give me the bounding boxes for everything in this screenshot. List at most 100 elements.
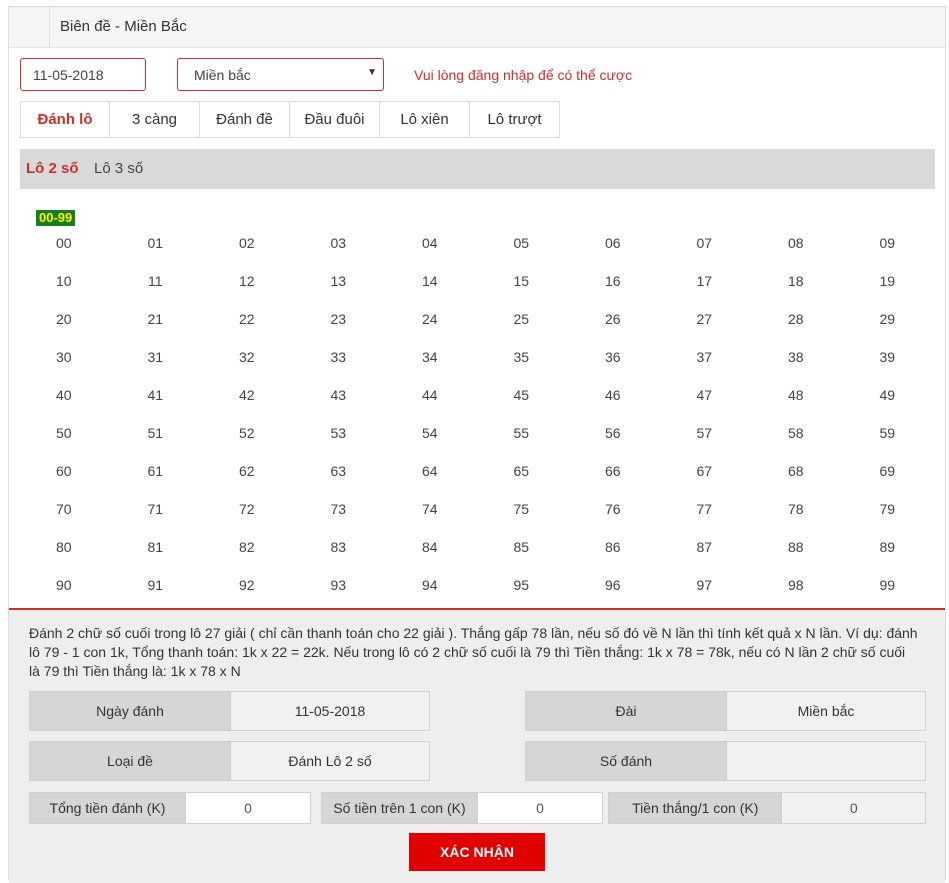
number-cell-84[interactable]: 84 xyxy=(384,535,476,559)
number-cell-07[interactable]: 07 xyxy=(659,231,751,255)
number-cell-01[interactable]: 01 xyxy=(110,231,202,255)
number-cell-68[interactable]: 68 xyxy=(750,459,842,483)
number-cell-67[interactable]: 67 xyxy=(659,459,751,483)
number-cell-97[interactable]: 97 xyxy=(659,573,751,597)
number-cell-52[interactable]: 52 xyxy=(201,421,293,445)
number-cell-60[interactable]: 60 xyxy=(18,459,110,483)
subtab-lo-2-so[interactable]: Lô 2 số xyxy=(26,160,79,177)
number-cell-79[interactable]: 79 xyxy=(842,497,934,521)
number-cell-02[interactable]: 02 xyxy=(201,231,293,255)
number-cell-06[interactable]: 06 xyxy=(567,231,659,255)
number-cell-17[interactable]: 17 xyxy=(659,269,751,293)
number-cell-87[interactable]: 87 xyxy=(659,535,751,559)
number-cell-76[interactable]: 76 xyxy=(567,497,659,521)
tab-danh-de[interactable]: Đánh đề xyxy=(199,101,290,138)
number-cell-59[interactable]: 59 xyxy=(842,421,934,445)
number-cell-47[interactable]: 47 xyxy=(659,383,751,407)
number-cell-13[interactable]: 13 xyxy=(293,269,385,293)
number-cell-58[interactable]: 58 xyxy=(750,421,842,445)
number-cell-90[interactable]: 90 xyxy=(18,573,110,597)
number-cell-65[interactable]: 65 xyxy=(476,459,568,483)
number-cell-33[interactable]: 33 xyxy=(293,345,385,369)
number-cell-15[interactable]: 15 xyxy=(476,269,568,293)
number-cell-56[interactable]: 56 xyxy=(567,421,659,445)
number-cell-03[interactable]: 03 xyxy=(293,231,385,255)
number-cell-14[interactable]: 14 xyxy=(384,269,476,293)
number-cell-45[interactable]: 45 xyxy=(476,383,568,407)
number-cell-54[interactable]: 54 xyxy=(384,421,476,445)
number-cell-88[interactable]: 88 xyxy=(750,535,842,559)
number-cell-20[interactable]: 20 xyxy=(18,307,110,331)
number-cell-77[interactable]: 77 xyxy=(659,497,751,521)
number-cell-12[interactable]: 12 xyxy=(201,269,293,293)
number-cell-09[interactable]: 09 xyxy=(842,231,934,255)
number-cell-22[interactable]: 22 xyxy=(201,307,293,331)
total-amount-input[interactable] xyxy=(185,793,310,823)
number-cell-34[interactable]: 34 xyxy=(384,345,476,369)
number-cell-36[interactable]: 36 xyxy=(567,345,659,369)
number-cell-44[interactable]: 44 xyxy=(384,383,476,407)
number-cell-16[interactable]: 16 xyxy=(567,269,659,293)
number-cell-37[interactable]: 37 xyxy=(659,345,751,369)
number-cell-27[interactable]: 27 xyxy=(659,307,751,331)
number-cell-72[interactable]: 72 xyxy=(201,497,293,521)
per-number-input[interactable] xyxy=(477,793,602,823)
number-cell-69[interactable]: 69 xyxy=(842,459,934,483)
number-cell-05[interactable]: 05 xyxy=(476,231,568,255)
number-cell-57[interactable]: 57 xyxy=(659,421,751,445)
number-cell-35[interactable]: 35 xyxy=(476,345,568,369)
number-cell-63[interactable]: 63 xyxy=(293,459,385,483)
tab-danh-lo[interactable]: Đánh lô xyxy=(20,101,110,138)
number-cell-32[interactable]: 32 xyxy=(201,345,293,369)
number-cell-28[interactable]: 28 xyxy=(750,307,842,331)
number-cell-49[interactable]: 49 xyxy=(842,383,934,407)
number-cell-38[interactable]: 38 xyxy=(750,345,842,369)
confirm-button[interactable]: XÁC NHẬN xyxy=(409,833,545,871)
number-cell-42[interactable]: 42 xyxy=(201,383,293,407)
number-cell-71[interactable]: 71 xyxy=(110,497,202,521)
number-cell-25[interactable]: 25 xyxy=(476,307,568,331)
number-cell-29[interactable]: 29 xyxy=(842,307,934,331)
number-cell-74[interactable]: 74 xyxy=(384,497,476,521)
number-cell-53[interactable]: 53 xyxy=(293,421,385,445)
number-cell-08[interactable]: 08 xyxy=(750,231,842,255)
number-cell-75[interactable]: 75 xyxy=(476,497,568,521)
number-cell-98[interactable]: 98 xyxy=(750,573,842,597)
number-cell-73[interactable]: 73 xyxy=(293,497,385,521)
number-cell-24[interactable]: 24 xyxy=(384,307,476,331)
number-cell-40[interactable]: 40 xyxy=(18,383,110,407)
number-cell-31[interactable]: 31 xyxy=(110,345,202,369)
region-select[interactable]: Miền bắc ▼ xyxy=(177,58,384,91)
number-cell-94[interactable]: 94 xyxy=(384,573,476,597)
tab-lo-truot[interactable]: Lô trượt xyxy=(469,101,560,138)
tab-3-cang[interactable]: 3 càng xyxy=(109,101,200,138)
number-cell-18[interactable]: 18 xyxy=(750,269,842,293)
number-cell-83[interactable]: 83 xyxy=(293,535,385,559)
number-cell-21[interactable]: 21 xyxy=(110,307,202,331)
number-cell-10[interactable]: 10 xyxy=(18,269,110,293)
tab-dau-duoi[interactable]: Đầu đuôi xyxy=(289,101,380,138)
number-cell-46[interactable]: 46 xyxy=(567,383,659,407)
number-cell-70[interactable]: 70 xyxy=(18,497,110,521)
number-cell-55[interactable]: 55 xyxy=(476,421,568,445)
number-cell-92[interactable]: 92 xyxy=(201,573,293,597)
number-cell-95[interactable]: 95 xyxy=(476,573,568,597)
number-cell-19[interactable]: 19 xyxy=(842,269,934,293)
number-cell-93[interactable]: 93 xyxy=(293,573,385,597)
number-cell-41[interactable]: 41 xyxy=(110,383,202,407)
number-cell-11[interactable]: 11 xyxy=(110,269,202,293)
number-cell-99[interactable]: 99 xyxy=(842,573,934,597)
number-cell-80[interactable]: 80 xyxy=(18,535,110,559)
number-cell-26[interactable]: 26 xyxy=(567,307,659,331)
number-cell-89[interactable]: 89 xyxy=(842,535,934,559)
number-cell-43[interactable]: 43 xyxy=(293,383,385,407)
number-cell-86[interactable]: 86 xyxy=(567,535,659,559)
number-cell-50[interactable]: 50 xyxy=(18,421,110,445)
number-cell-30[interactable]: 30 xyxy=(18,345,110,369)
number-cell-04[interactable]: 04 xyxy=(384,231,476,255)
number-cell-00[interactable]: 00 xyxy=(18,231,110,255)
number-cell-62[interactable]: 62 xyxy=(201,459,293,483)
number-cell-81[interactable]: 81 xyxy=(110,535,202,559)
number-cell-61[interactable]: 61 xyxy=(110,459,202,483)
number-cell-39[interactable]: 39 xyxy=(842,345,934,369)
